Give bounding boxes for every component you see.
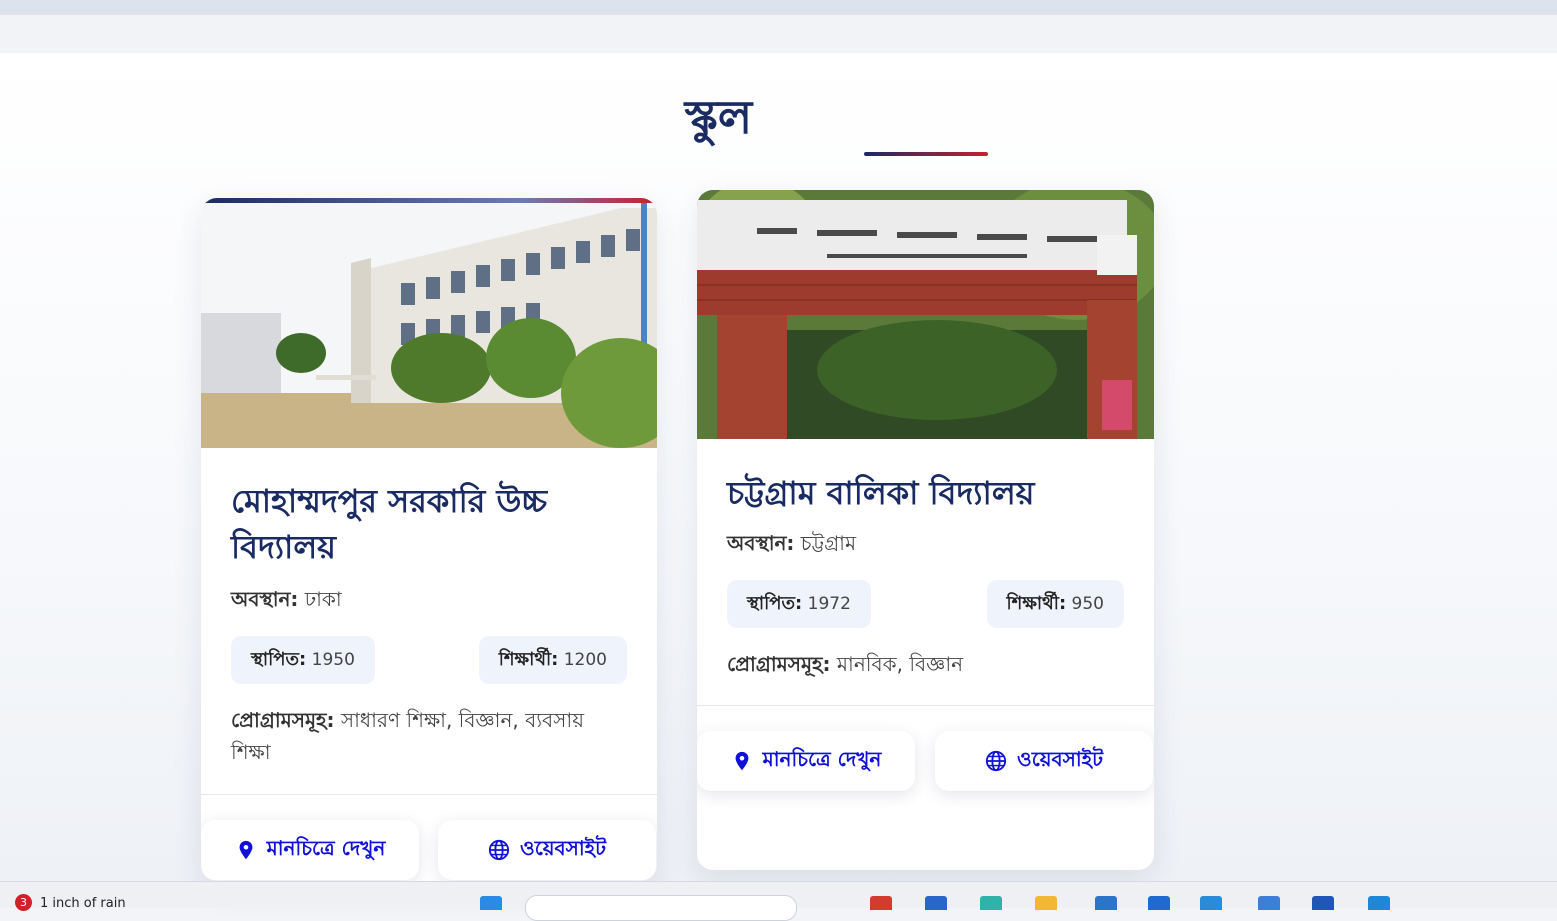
page-content: স্কুল মোহাম্মদপুর সরকারি উচ্চ বিদ্যালয় … <box>0 53 1557 881</box>
school-photo <box>697 190 1154 439</box>
taskbar-search[interactable] <box>525 895 797 921</box>
map-button-label: মানচিত্রে দেখুন <box>762 746 882 771</box>
weather-badge[interactable]: 3 <box>15 894 32 911</box>
folder-icon[interactable] <box>1035 896 1057 910</box>
browser-toolbar-strip <box>0 15 1557 53</box>
established-value: 1950 <box>311 650 355 670</box>
map-button-label: মানচিত্রে দেখুন <box>266 835 386 860</box>
location-value: ঢাকা <box>304 587 342 611</box>
map-pin-icon <box>735 751 749 771</box>
website-button-label: ওয়েবসাইট <box>1017 746 1103 771</box>
school-programs: প্রোগ্রামসমূহ: সাধারণ শিক্ষা, বিজ্ঞান, ব… <box>231 704 627 768</box>
programs-label: প্রোগ্রামসমূহ: <box>231 708 335 732</box>
calendar-icon[interactable] <box>1258 896 1280 910</box>
map-pin-icon <box>239 840 253 860</box>
established-value: 1972 <box>807 594 851 614</box>
globe-icon <box>985 750 1007 772</box>
app-icon[interactable] <box>870 896 892 910</box>
app-icon[interactable] <box>1312 896 1334 910</box>
map-button[interactable]: মানচিত্রে দেখুন <box>697 731 915 791</box>
established-label: স্থাপিত: <box>747 593 803 614</box>
card-accent-bar <box>201 198 657 203</box>
established-stat: স্থাপিত: 1950 <box>231 636 375 684</box>
students-label: শিক্ষার্থী: <box>498 649 559 670</box>
start-icon[interactable] <box>480 896 502 910</box>
students-stat: শিক্ষার্থী: 1200 <box>478 636 627 684</box>
school-name: মোহাম্মদপুর সরকারি উচ্চ বিদ্যালয় <box>231 482 548 566</box>
app-icon[interactable] <box>1200 896 1222 910</box>
card-divider <box>201 794 657 795</box>
school-programs: প্রোগ্রামসমূহ: মানবিক, বিজ্ঞান <box>727 648 1124 680</box>
students-stat: শিক্ষার্থী: 950 <box>986 580 1124 628</box>
app-icon[interactable] <box>1148 896 1170 910</box>
browser-icon[interactable] <box>980 896 1002 910</box>
school-name: চট্টগ্রাম বালিকা বিদ্যালয় <box>727 474 1035 512</box>
taskbar: 3 1 inch of rain <box>0 881 1557 921</box>
students-value: 1200 <box>563 650 607 670</box>
app-icon[interactable] <box>925 896 947 910</box>
vscode-icon[interactable] <box>1368 896 1390 910</box>
title-underline <box>864 152 988 156</box>
website-button-label: ওয়েবসাইট <box>520 835 606 860</box>
globe-icon <box>488 839 510 861</box>
location-label: অবস্থান: <box>231 587 299 611</box>
school-photo <box>201 203 657 448</box>
programs-value: মানবিক, বিজ্ঞান <box>836 652 964 676</box>
students-label: শিক্ষার্থী: <box>1006 593 1067 614</box>
location-value: চট্টগ্রাম <box>800 531 857 555</box>
school-card-chattogram: চট্টগ্রাম বালিকা বিদ্যালয় অবস্থান: চট্ট… <box>697 190 1154 870</box>
map-button[interactable]: মানচিত্রে দেখুন <box>201 820 419 880</box>
school-location: অবস্থান: চট্টগ্রাম <box>727 527 1124 559</box>
programs-label: প্রোগ্রামসমূহ: <box>727 652 831 676</box>
weather-text[interactable]: 1 inch of rain <box>40 896 126 911</box>
website-button[interactable]: ওয়েবসাইট <box>935 731 1153 791</box>
location-label: অবস্থান: <box>727 531 795 555</box>
established-label: স্থাপিত: <box>251 649 307 670</box>
established-stat: স্থাপিত: 1972 <box>727 580 871 628</box>
school-location: অবস্থান: ঢাকা <box>231 583 627 615</box>
card-divider <box>697 705 1154 706</box>
school-card-mohammadpur: মোহাম্মদপুর সরকারি উচ্চ বিদ্যালয় অবস্থা… <box>201 198 657 881</box>
students-value: 950 <box>1071 594 1104 614</box>
website-button[interactable]: ওয়েবসাইট <box>438 820 656 880</box>
browser-top-bar <box>0 0 1557 15</box>
app-icon[interactable] <box>1095 896 1117 910</box>
section-title: স্কুল <box>684 90 753 144</box>
